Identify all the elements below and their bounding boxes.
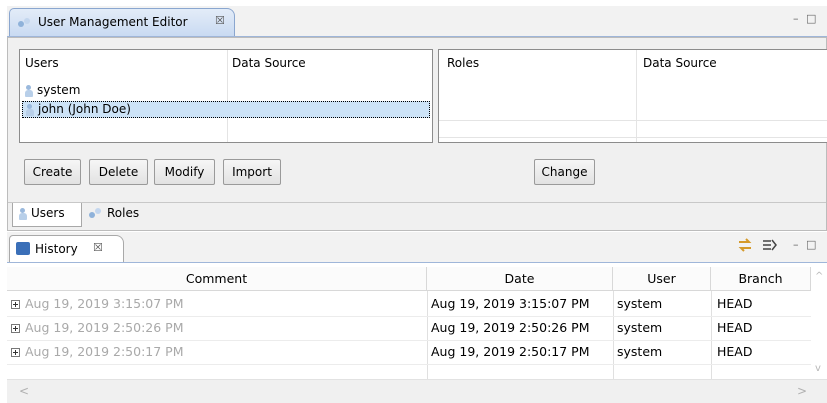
user-cell: system: [617, 344, 663, 359]
create-button[interactable]: Create: [24, 159, 81, 185]
tab-roles[interactable]: Roles: [84, 203, 152, 227]
history-tab-strip: History ☒ – □: [7, 232, 827, 263]
date-cell: Aug 19, 2019 2:50:26 PM: [431, 320, 590, 335]
date-cell: Aug 19, 2019 2:50:17 PM: [431, 344, 590, 359]
user-management-icon: [18, 17, 32, 30]
comment-cell: Aug 19, 2019 2:50:17 PM: [11, 341, 184, 363]
column-header-data-source[interactable]: Data Source: [643, 56, 717, 70]
scroll-right-arrow[interactable]: >: [797, 384, 807, 398]
scroll-left-arrow[interactable]: <: [19, 384, 29, 398]
user-icon: [25, 84, 33, 97]
user-name: john (John Doe): [38, 102, 131, 116]
tab-users-label: Users: [31, 206, 65, 220]
history-minimize-maximize-icons[interactable]: – □: [793, 238, 818, 251]
delete-button[interactable]: Delete: [89, 159, 148, 185]
column-header-branch[interactable]: Branch: [711, 267, 811, 291]
editor-tab-label: User Management Editor: [38, 15, 188, 29]
column-header-roles[interactable]: Roles: [447, 56, 479, 70]
compare-icon[interactable]: [737, 238, 753, 252]
user-cell: system: [617, 296, 663, 311]
close-icon[interactable]: ☒: [93, 241, 103, 254]
table-row-selected[interactable]: john (John Doe): [22, 101, 430, 118]
editor-content: Users Data Source system john (John Doe)…: [7, 37, 827, 231]
expand-icon[interactable]: [11, 348, 20, 357]
editor-minimize-maximize-icons[interactable]: – □: [793, 12, 818, 25]
user-name: system: [37, 83, 81, 97]
user-icon: [19, 207, 27, 220]
users-table[interactable]: Users Data Source system john (John Doe): [19, 49, 433, 143]
date-cell: Aug 19, 2019 3:15:07 PM: [431, 296, 590, 311]
horizontal-scrollbar[interactable]: < >: [7, 379, 827, 403]
column-header-user[interactable]: User: [613, 267, 711, 291]
tab-users[interactable]: Users: [12, 203, 82, 227]
scroll-down-arrow[interactable]: v: [815, 363, 821, 374]
column-header-comment[interactable]: Comment: [7, 267, 427, 291]
column-header-users[interactable]: Users: [25, 56, 59, 70]
history-view: History ☒ – □ Comment Date User Branch A…: [7, 232, 827, 403]
comment-cell: Aug 19, 2019 2:50:26 PM: [11, 317, 184, 339]
column-header-date[interactable]: Date: [427, 267, 613, 291]
filter-icon[interactable]: [762, 238, 778, 252]
history-table[interactable]: Comment Date User Branch Aug 19, 2019 3:…: [7, 267, 827, 379]
tab-history[interactable]: History ☒: [9, 235, 124, 262]
user-management-editor: User Management Editor ☒ – □ Users Data …: [7, 6, 827, 232]
scroll-up-arrow[interactable]: ^: [815, 271, 823, 282]
tab-user-management-editor[interactable]: User Management Editor ☒: [9, 8, 235, 36]
modify-button[interactable]: Modify: [154, 159, 215, 185]
change-button[interactable]: Change: [534, 159, 595, 185]
branch-cell: HEAD: [717, 344, 753, 359]
close-icon[interactable]: ☒: [215, 14, 225, 27]
editor-tab-strip: User Management Editor ☒ – □: [7, 6, 827, 37]
user-icon: [26, 103, 34, 116]
branch-cell: HEAD: [717, 296, 753, 311]
user-cell: system: [617, 320, 663, 335]
branch-cell: HEAD: [717, 320, 753, 335]
column-header-data-source[interactable]: Data Source: [232, 56, 306, 70]
expand-icon[interactable]: [11, 300, 20, 309]
comment-cell: Aug 19, 2019 3:15:07 PM: [11, 293, 184, 315]
roles-icon: [89, 207, 103, 220]
roles-table[interactable]: Roles Data Source: [438, 49, 827, 143]
tab-roles-label: Roles: [107, 206, 140, 220]
table-row[interactable]: system: [22, 82, 430, 99]
expand-icon[interactable]: [11, 324, 20, 333]
history-tab-label: History: [35, 242, 78, 256]
import-button[interactable]: Import: [223, 159, 281, 185]
history-icon: [16, 242, 30, 255]
